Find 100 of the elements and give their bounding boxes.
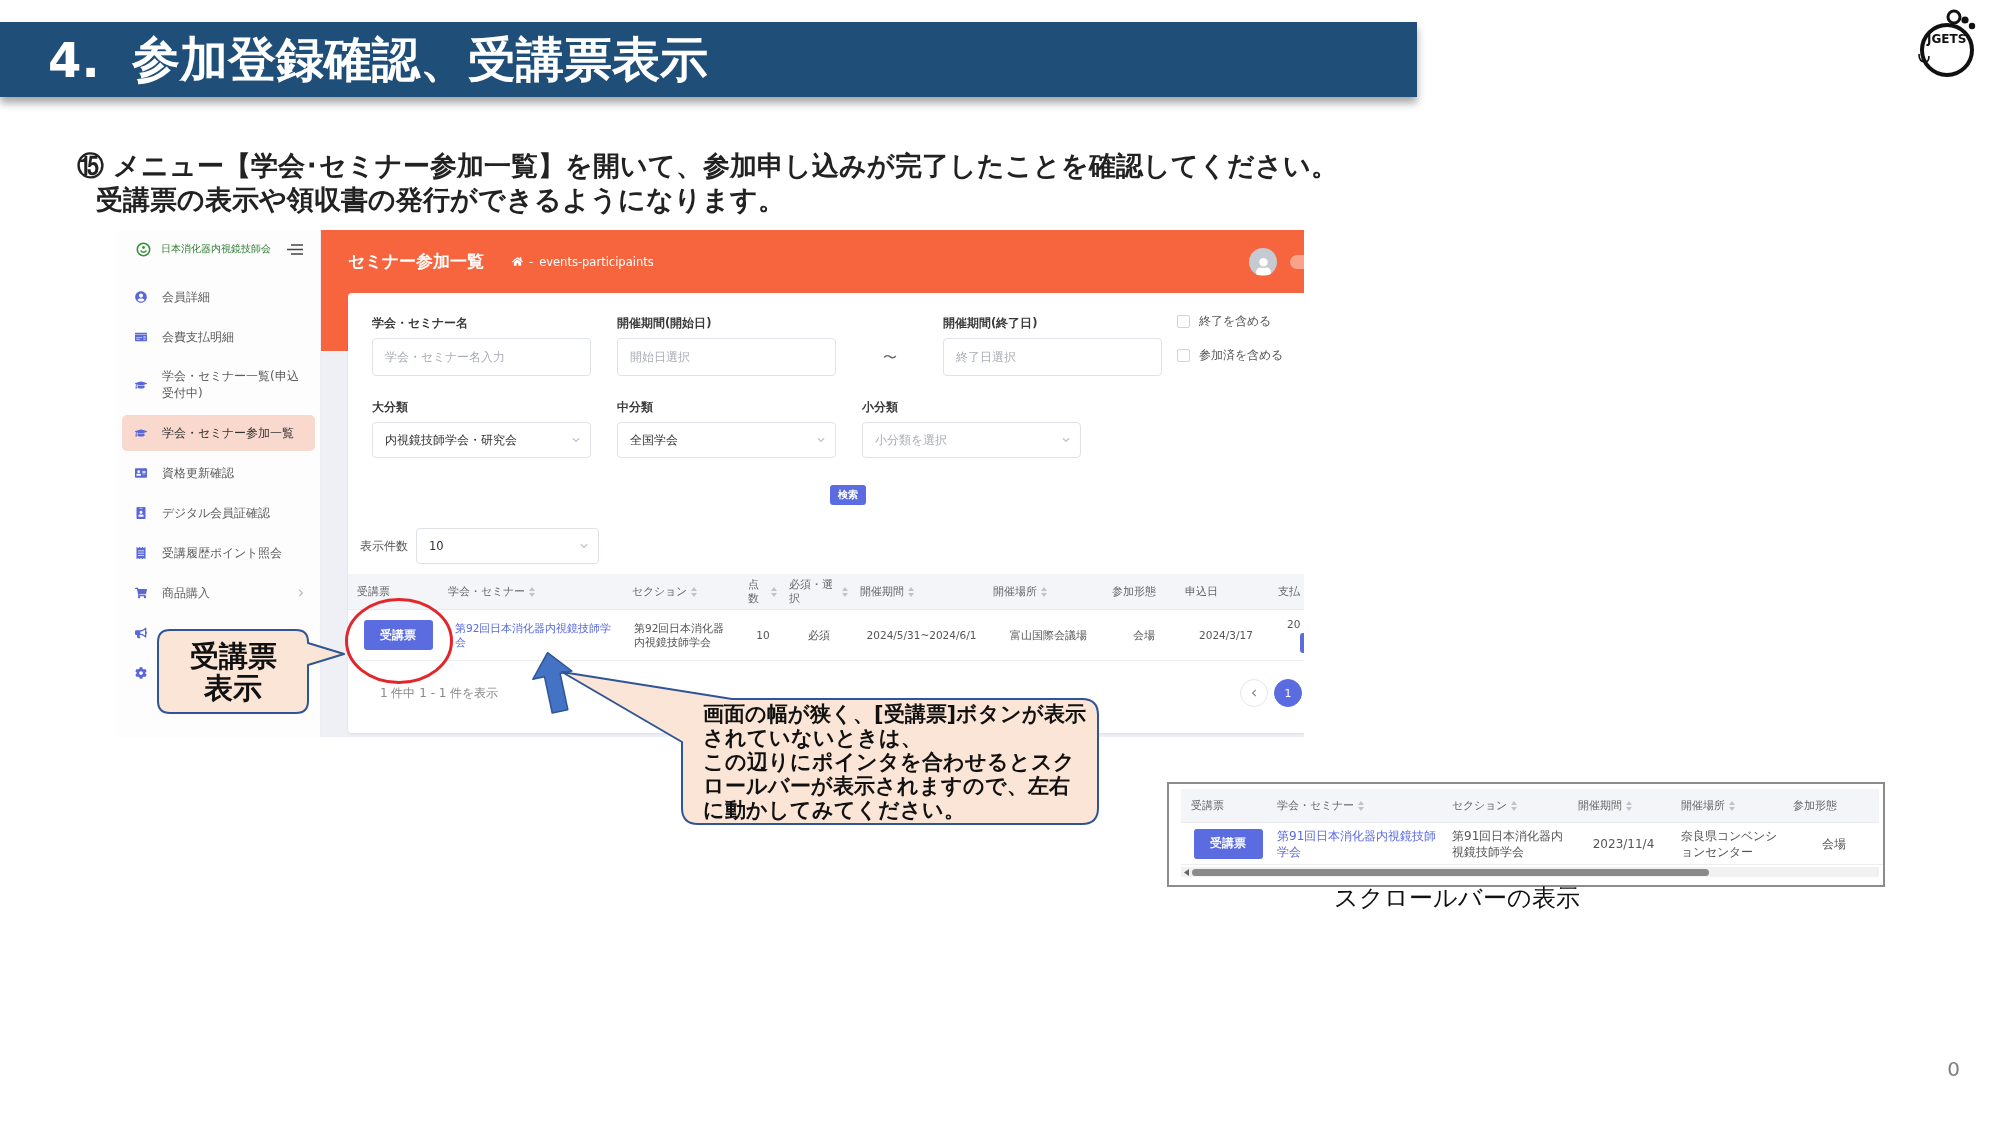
graduation-cap-icon <box>135 379 147 391</box>
gear-icon[interactable] <box>135 667 147 679</box>
ticket-button[interactable]: 受講票 <box>363 620 433 650</box>
sort-icon[interactable] <box>908 586 914 597</box>
column-header: 開催期間 <box>860 584 904 599</box>
sort-icon[interactable] <box>1041 586 1047 597</box>
field-label: 大分類 <box>372 399 408 415</box>
ticket-button[interactable]: 受講票 <box>1193 828 1263 859</box>
column-header: 学会・セミナー <box>1277 798 1354 813</box>
cart-icon <box>135 587 147 599</box>
scrollbar-track[interactable] <box>1181 867 1879 877</box>
sort-icon[interactable] <box>691 586 697 597</box>
table-cell: 必須 <box>808 627 830 643</box>
sort-icon[interactable] <box>1729 800 1735 811</box>
column-header: セクション <box>632 584 687 599</box>
cut-off-button[interactable] <box>1300 633 1304 654</box>
scroll-left-icon[interactable] <box>1184 868 1189 876</box>
sidebar-item[interactable]: デジタル会員証確認 <box>122 495 315 531</box>
home-icon[interactable] <box>512 256 523 267</box>
instruction-text: 受講票の表示や領収書の発行ができるようになります。 <box>96 183 785 217</box>
callout-text: この辺りにポインタを合わせるとスクロールバーが表示されますので、左右に動かしてみてください。 <box>703 749 1076 822</box>
sidebar-item[interactable]: 受講履歴ポイント照会 <box>122 535 315 571</box>
checkbox[interactable] <box>1177 314 1190 328</box>
sort-icon[interactable] <box>842 586 848 597</box>
id-card-icon <box>135 467 147 479</box>
column-header: 必須・選択 <box>789 578 834 605</box>
sidebar-item[interactable]: 商品購入 <box>122 575 315 611</box>
avatar-icon[interactable] <box>1249 247 1277 276</box>
text-input[interactable]: 学会・セミナー名入力 <box>372 338 591 376</box>
sidebar-item[interactable]: 学会・セミナー参加一覧 <box>122 415 315 451</box>
column-header: 参加形態 <box>1112 584 1156 599</box>
graduation-cap-icon <box>135 427 147 439</box>
table-cell-text: 奈良県コンベンションセンター <box>1681 827 1778 860</box>
seminar-link[interactable]: 第92回日本消化器内視鏡技師学会 <box>455 620 620 650</box>
pill-icon[interactable] <box>1290 254 1304 269</box>
megaphone-icon[interactable] <box>135 627 147 639</box>
section-number: 4. <box>48 31 100 88</box>
page-number: 0 <box>1947 1057 1960 1081</box>
table-cell: 第91回日本消化器内視鏡技師学会 <box>1452 827 1565 860</box>
checkbox[interactable] <box>1177 348 1190 362</box>
sort-icon[interactable] <box>529 586 535 597</box>
select-field[interactable]: 内視鏡技師学会・研究会 <box>372 422 591 458</box>
column-header: 開催場所 <box>1681 798 1725 813</box>
column-header: 学会・セミナー <box>448 584 525 599</box>
column-header: 申込日 <box>1185 584 1218 599</box>
table-cell-text: 第92回日本消化器内視鏡技師学会 <box>634 620 726 650</box>
card-icon <box>135 331 147 343</box>
column-header: 受講票 <box>1191 798 1224 813</box>
callout-text: 受講票表示 <box>189 640 277 704</box>
text-input[interactable]: 終了日選択 <box>943 338 1162 376</box>
callout-text: 画面の幅が狭く、[受講票]ボタンが表示されていないときは、 <box>703 701 1088 750</box>
table-cell: 富山国際会議場 <box>1009 627 1087 643</box>
select-field[interactable]: 全国学会 <box>617 422 836 458</box>
emblem-icon <box>136 241 151 257</box>
instruction-text: ⑮ メニュー【学会･セミナー参加一覧】を開いて、参加申し込みが完了したことを確認してください。 <box>77 149 1339 183</box>
scrollbar-thumb[interactable] <box>1192 868 1709 876</box>
table-cell: 20 <box>1287 616 1301 632</box>
sidebar-item[interactable]: 資格更新確認 <box>122 455 315 491</box>
sort-icon[interactable] <box>1358 800 1364 811</box>
field-label: 開催期間(終了日) <box>943 315 1038 331</box>
column-header: 開催場所 <box>993 584 1037 599</box>
receipt-icon <box>135 547 147 559</box>
chevron-down-icon <box>580 542 588 550</box>
checkbox-label: 終了を含める <box>1199 313 1271 329</box>
sort-icon[interactable] <box>1626 800 1632 811</box>
column-header: 受講票 <box>357 584 390 599</box>
inset-caption: スクロールバーの表示 <box>1334 884 1580 912</box>
table-cell: 2024/5/31~2024/6/1 <box>866 627 977 643</box>
table-cell: 2024/3/17 <box>1199 627 1253 643</box>
table-cell: 会場 <box>1822 835 1846 852</box>
page-size-label: 表示件数 <box>360 537 408 555</box>
search-button[interactable]: 検索 <box>830 485 866 505</box>
column-header: 支払 <box>1278 584 1300 599</box>
sort-icon[interactable] <box>771 586 777 597</box>
column-header: 開催期間 <box>1578 798 1622 813</box>
page-size-select[interactable]: 10 <box>416 528 599 564</box>
field-label: 開催期間(開始日) <box>617 315 712 331</box>
sort-icon[interactable] <box>1511 800 1517 811</box>
table-cell: 10 <box>756 627 770 643</box>
sidebar-item[interactable]: 会員詳細 <box>122 279 315 315</box>
chevron-down-icon <box>1062 436 1070 444</box>
field-label: 小分類 <box>862 399 898 415</box>
previous-page-button[interactable] <box>1240 679 1268 707</box>
text-input[interactable]: 開始日選択 <box>617 338 836 376</box>
page-title: セミナー参加一覧 <box>348 250 484 273</box>
sidebar-item[interactable]: 会費支払明細 <box>122 319 315 355</box>
field-label: 中分類 <box>617 399 653 415</box>
organization-name: 日本消化器内視鏡技師会 <box>161 243 271 255</box>
results-summary: 1 件中 1 - 1 件を表示 <box>380 684 499 702</box>
checkbox-label: 参加済を含める <box>1199 347 1283 363</box>
page-button[interactable]: 1 <box>1274 679 1302 707</box>
sidebar-item[interactable]: 学会・セミナー一覧(申込受付中) <box>122 359 315 411</box>
column-header: 参加形態 <box>1793 798 1837 813</box>
logo-text: JGETS <box>1927 32 1967 46</box>
seminar-link[interactable]: 第91回日本消化器内視鏡技師学会 <box>1277 827 1440 860</box>
menu-icon[interactable] <box>287 243 303 255</box>
column-header: 点数 <box>748 578 760 605</box>
field-label: 学会・セミナー名 <box>372 315 468 331</box>
badge-icon <box>135 507 147 519</box>
slide-title: 参加登録確認、受講票表示 <box>131 29 708 89</box>
